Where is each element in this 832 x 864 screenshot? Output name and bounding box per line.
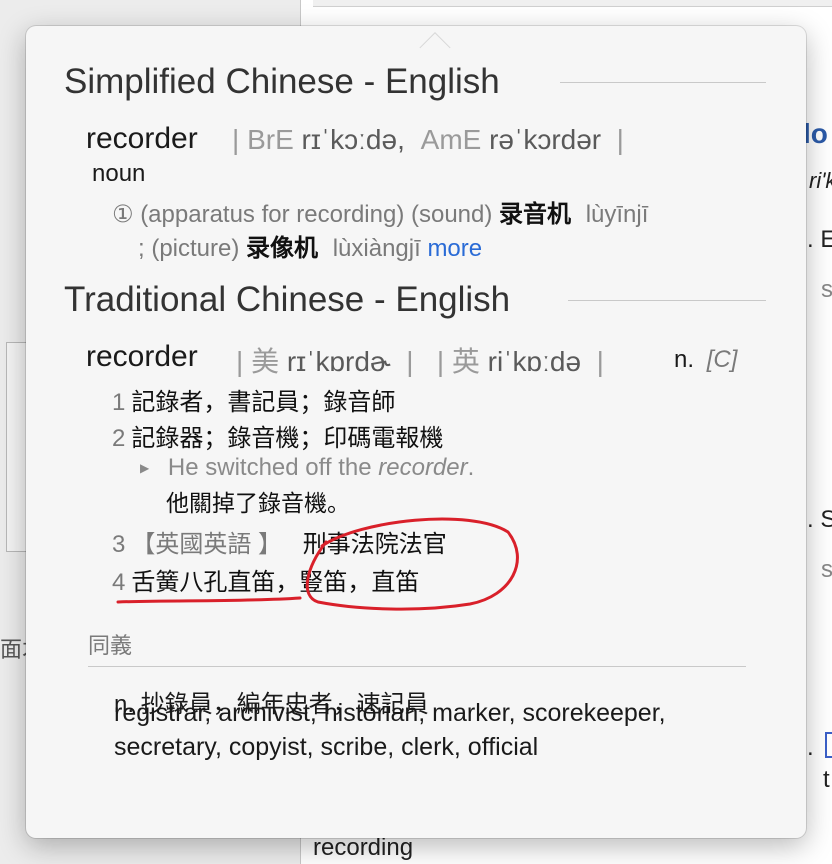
section-divider bbox=[560, 82, 766, 83]
background-heading-fragment: lo bbox=[803, 118, 828, 149]
pron-us-label: 美 bbox=[251, 346, 280, 377]
background-bottom-word: recording bbox=[313, 834, 414, 861]
sense-item: 3 【英國英語 】 刑事法院法官 bbox=[112, 524, 447, 559]
sense-line-1: ① (apparatus for recording) (sound) 录音机 … bbox=[112, 194, 648, 229]
sense-number: 3 bbox=[112, 531, 126, 558]
example-punct: . bbox=[467, 454, 475, 481]
sense-pinyin: lùxiàngjī bbox=[332, 235, 421, 262]
background-link-box[interactable] bbox=[825, 732, 832, 758]
headword-simplified: recorder bbox=[86, 122, 198, 155]
sense-gloss: ; (picture) bbox=[138, 235, 240, 262]
sense-translation: 录音机 bbox=[499, 201, 572, 228]
synonyms-list: registrar, archivist, historian, marker,… bbox=[114, 699, 666, 761]
sense-text: 刑事法院法官 bbox=[302, 531, 447, 558]
synonyms-heading: 同義 bbox=[88, 633, 133, 658]
sense-gloss: (apparatus for recording) (sound) bbox=[140, 201, 493, 228]
synonyms-divider bbox=[88, 666, 746, 667]
sense-marker: ① bbox=[112, 201, 134, 228]
background-text-fragment: t bbox=[823, 766, 830, 793]
sense-text: 記錄者，書記員；錄音師 bbox=[131, 389, 396, 416]
sense-item: 1 記錄者，書記員；錄音師 bbox=[112, 382, 395, 417]
pron-bre: rɪˈkɔːdə, bbox=[301, 124, 405, 155]
background-text-fragment: . S bbox=[807, 506, 832, 533]
sense-number: 4 bbox=[112, 569, 126, 596]
grammar-label: [C] bbox=[706, 346, 738, 373]
section-title-traditional: Traditional Chinese - English bbox=[64, 280, 511, 319]
sense-pinyin: lùyīnjī bbox=[585, 201, 649, 228]
more-link[interactable]: more bbox=[427, 235, 482, 262]
sense-line-2: ; (picture) 录像机 lùxiàngjī more bbox=[138, 228, 482, 263]
register-label: 【英國英語 】 bbox=[131, 531, 283, 558]
example-translation: 他關掉了錄音機。 bbox=[166, 490, 350, 516]
example-sentence: ▶ He switched off the recorder. bbox=[140, 454, 474, 482]
pron-ame-label: AmE bbox=[420, 124, 482, 155]
sense-item: 4 舌簧八孔直笛，豎笛，直笛 bbox=[112, 562, 419, 597]
part-of-speech: noun bbox=[92, 160, 146, 187]
pron-uk-label: 英 bbox=[451, 346, 480, 377]
section-title-simplified: Simplified Chinese - English bbox=[64, 62, 500, 101]
headword-traditional: recorder bbox=[86, 340, 198, 373]
sense-translation: 录像机 bbox=[246, 235, 319, 262]
pronunciation-traditional: | 美 rɪˈkɒrdɚ | | 英 riˈkɒːdə | bbox=[236, 346, 604, 377]
background-text-fragment: . bbox=[807, 734, 814, 761]
sense-text: 記錄器；錄音機；印碼電報機 bbox=[131, 425, 444, 452]
background-toolbar bbox=[313, 0, 832, 7]
background-text-fragment: s bbox=[821, 276, 832, 303]
pronunciation-simplified: | BrE rɪˈkɔːdə, AmE rəˈkɔrdər | bbox=[232, 124, 624, 155]
section-divider bbox=[568, 300, 766, 301]
sense-text: 舌簧八孔直笛，豎笛，直笛 bbox=[131, 569, 420, 596]
pron-us: rɪˈkɒrdɚ bbox=[286, 346, 391, 377]
background-text-fragment: . E bbox=[807, 226, 832, 253]
sense-number: 1 bbox=[112, 389, 126, 416]
popover-arrow bbox=[419, 33, 451, 65]
example-text: He switched off the bbox=[167, 454, 372, 481]
pos-label: n. bbox=[674, 346, 695, 373]
pron-uk: riˈkɒːdə bbox=[487, 346, 582, 377]
example-keyword: recorder bbox=[378, 454, 468, 481]
pron-ame: rəˈkɔrdər bbox=[489, 124, 602, 155]
background-text-fragment: ri'k bbox=[809, 168, 832, 193]
sense-number: 2 bbox=[112, 425, 126, 452]
background-text-fragment: s bbox=[821, 556, 832, 583]
part-of-speech-traditional: n. [C] bbox=[674, 346, 737, 374]
pron-bre-label: BrE bbox=[247, 124, 294, 155]
disclosure-triangle-icon[interactable]: ▶ bbox=[140, 461, 149, 475]
sense-item: 2 記錄器；錄音機；印碼電報機 bbox=[112, 418, 443, 453]
